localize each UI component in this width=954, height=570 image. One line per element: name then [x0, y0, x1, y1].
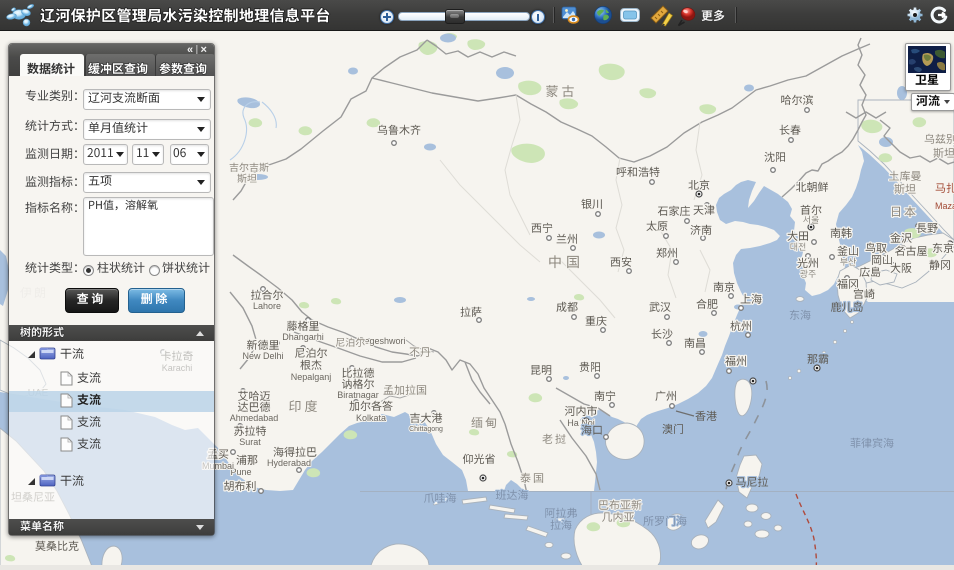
svg-text:Ahmedabad: Ahmedabad	[230, 413, 279, 423]
svg-text:Kolkata: Kolkata	[356, 413, 386, 423]
svg-text:New Delhi: New Delhi	[242, 351, 283, 361]
svg-text:Nepalganj: Nepalganj	[291, 372, 332, 382]
svg-text:Biratnagar: Biratnagar	[337, 390, 379, 400]
svg-text:Hyderabad: Hyderabad	[267, 458, 311, 468]
svg-text:Chittagong: Chittagong	[409, 426, 443, 433]
svg-text:Lahore: Lahore	[253, 301, 281, 311]
svg-text:Maza: Maza	[935, 201, 954, 211]
svg-text:Dhangarhi: Dhangarhi	[282, 332, 324, 342]
svg-text:Surat: Surat	[239, 437, 261, 447]
